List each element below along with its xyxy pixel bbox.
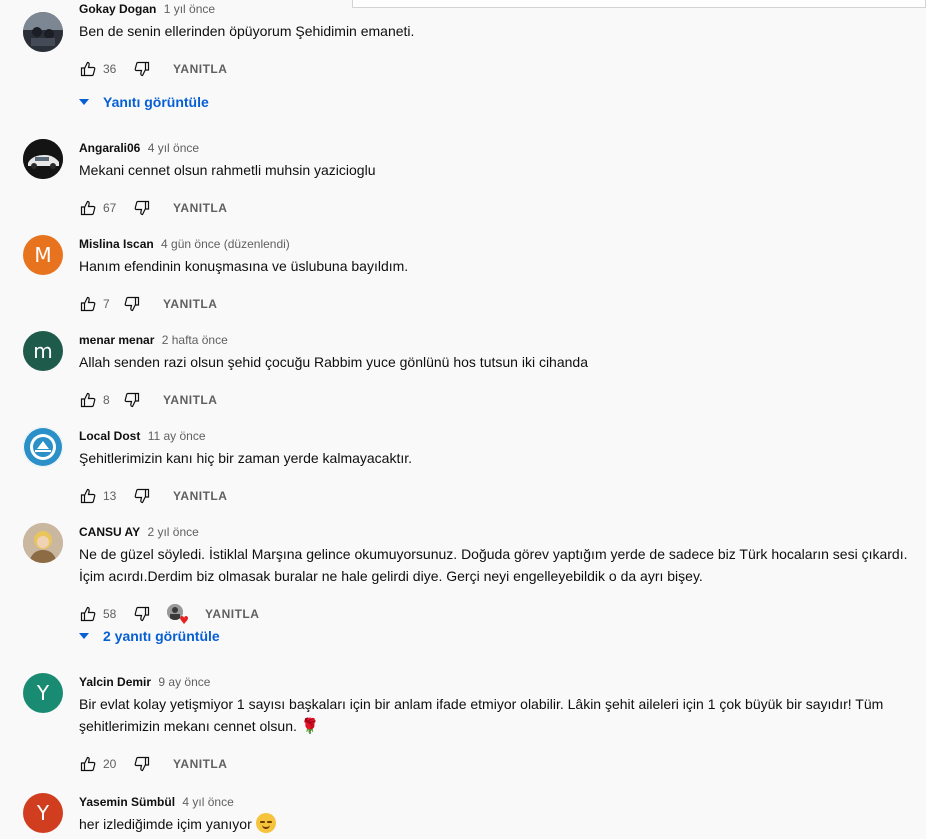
avatar[interactable]	[23, 12, 63, 52]
reply-button[interactable]: YANITLA	[205, 607, 259, 621]
comment-author[interactable]: Yalcin Demir	[79, 675, 151, 689]
avatar-letter: Y	[36, 681, 50, 705]
like-icon[interactable]	[79, 487, 97, 505]
chevron-down-icon	[79, 633, 89, 639]
comment-author[interactable]: Yasemin Sümbül	[79, 795, 175, 809]
dislike-icon[interactable]	[133, 755, 151, 773]
avatar[interactable]: m	[23, 331, 63, 371]
comment-text: Allah senden razi olsun şehid çocuğu Rab…	[79, 354, 588, 370]
comment-text-body: Bir evlat kolay yetişmiyor 1 sayısı başk…	[79, 696, 884, 734]
like-count: 13	[103, 489, 117, 503]
comment-text: Ne de güzel söyledi. İstiklal Marşına ge…	[79, 546, 908, 584]
comment-actions: 58 ♥ YANITLA	[79, 602, 913, 626]
like-icon[interactable]	[79, 391, 97, 409]
comment-time[interactable]: 4 yıl önce	[148, 141, 199, 155]
comment-author[interactable]: Local Dost	[79, 429, 140, 443]
creator-heart-badge: ♥	[167, 604, 189, 627]
view-replies-label: Yanıtı görüntüle	[103, 94, 209, 110]
avatar[interactable]: Y	[23, 673, 63, 713]
comments-page: Gokay Dogan 1 yıl önce Ben de senin elle…	[0, 0, 926, 839]
comment-time[interactable]: 9 ay önce	[158, 675, 210, 689]
like-icon[interactable]	[79, 755, 97, 773]
car-photo-avatar-icon	[23, 139, 63, 179]
comment-text: Hanım efendinin konuşmasına ve üslubuna …	[79, 258, 409, 274]
comment-time[interactable]: 2 hafta önce	[162, 333, 228, 347]
comment-text: Şehitlerimizin kanı hiç bir zaman yerde …	[79, 450, 413, 466]
comment-actions: 36 YANITLA	[79, 57, 913, 81]
comment-actions: 7 YANITLA	[79, 292, 913, 316]
dislike-icon[interactable]	[133, 199, 151, 217]
reply-button[interactable]: YANITLA	[163, 297, 217, 311]
reply-button[interactable]: YANITLA	[163, 393, 217, 407]
dislike-icon[interactable]	[133, 60, 151, 78]
dislike-icon[interactable]	[133, 487, 151, 505]
view-replies-button[interactable]: 2 yanıtı görüntüle	[79, 628, 220, 644]
avatar[interactable]	[23, 139, 63, 179]
comment-actions: 13 YANITLA	[79, 484, 913, 508]
comment-text: Mekani cennet olsun rahmetli muhsin yazi…	[79, 162, 376, 178]
reply-button[interactable]: YANITLA	[173, 201, 227, 215]
person-photo-avatar-icon	[23, 523, 63, 563]
photo-avatar-icon	[23, 12, 63, 52]
reply-button[interactable]: YANITLA	[173, 757, 227, 771]
like-count: 7	[103, 297, 110, 311]
avatar[interactable]	[23, 427, 63, 467]
comment-author[interactable]: Mislina Iscan	[79, 237, 154, 251]
pensive-face-emoji-icon	[255, 813, 276, 833]
dislike-icon[interactable]	[123, 295, 141, 313]
avatar[interactable]: Y	[23, 793, 63, 833]
comment-time[interactable]: 11 ay önce	[148, 429, 206, 443]
avatar-letter: m	[33, 339, 53, 363]
avatar-letter: Y	[36, 801, 50, 825]
comment-actions: 8 YANITLA	[79, 388, 913, 412]
avatar[interactable]: M	[23, 235, 63, 275]
heart-icon: ♥	[179, 614, 189, 627]
comment-text: Bir evlat kolay yetişmiyor 1 sayısı başk…	[79, 693, 913, 737]
like-count: 36	[103, 62, 117, 76]
comment-author[interactable]: Gokay Dogan	[79, 2, 156, 16]
comment-time[interactable]: 2 yıl önce	[147, 525, 198, 539]
like-count: 58	[103, 607, 117, 621]
avatar[interactable]	[23, 523, 63, 563]
like-icon[interactable]	[79, 295, 97, 313]
view-replies-label: 2 yanıtı görüntüle	[103, 628, 220, 644]
comment-text-body: her izlediğimde içim yanıyor	[79, 816, 252, 832]
emblem-avatar-icon	[23, 427, 63, 467]
comment-actions: 67 YANITLA	[79, 196, 913, 220]
like-count: 20	[103, 757, 117, 771]
like-icon[interactable]	[79, 605, 97, 623]
comment-author[interactable]: Angarali06	[79, 141, 140, 155]
like-icon[interactable]	[79, 60, 97, 78]
like-icon[interactable]	[79, 199, 97, 217]
dislike-icon[interactable]	[133, 605, 151, 623]
comment-actions: 20 YANITLA	[79, 752, 913, 776]
like-count: 67	[103, 201, 117, 215]
comment-text: her izlediğimde içim yanıyor	[79, 813, 913, 835]
comment-time[interactable]: 4 gün önce (düzenlendi)	[161, 237, 290, 251]
rose-emoji-icon: 🌹	[300, 717, 320, 735]
comment-author[interactable]: menar menar	[79, 333, 154, 347]
comment-author[interactable]: CANSU AY	[79, 525, 140, 539]
avatar-letter: M	[34, 243, 52, 267]
comment-time[interactable]: 1 yıl önce	[164, 2, 215, 16]
chevron-down-icon	[79, 99, 89, 105]
dislike-icon[interactable]	[123, 391, 141, 409]
reply-button[interactable]: YANITLA	[173, 489, 227, 503]
comment-text: Ben de senin ellerinden öpüyorum Şehidim…	[79, 23, 415, 39]
view-replies-button[interactable]: Yanıtı görüntüle	[79, 94, 209, 110]
like-count: 8	[103, 393, 110, 407]
comment-time[interactable]: 4 yıl önce	[182, 795, 233, 809]
reply-button[interactable]: YANITLA	[173, 62, 227, 76]
